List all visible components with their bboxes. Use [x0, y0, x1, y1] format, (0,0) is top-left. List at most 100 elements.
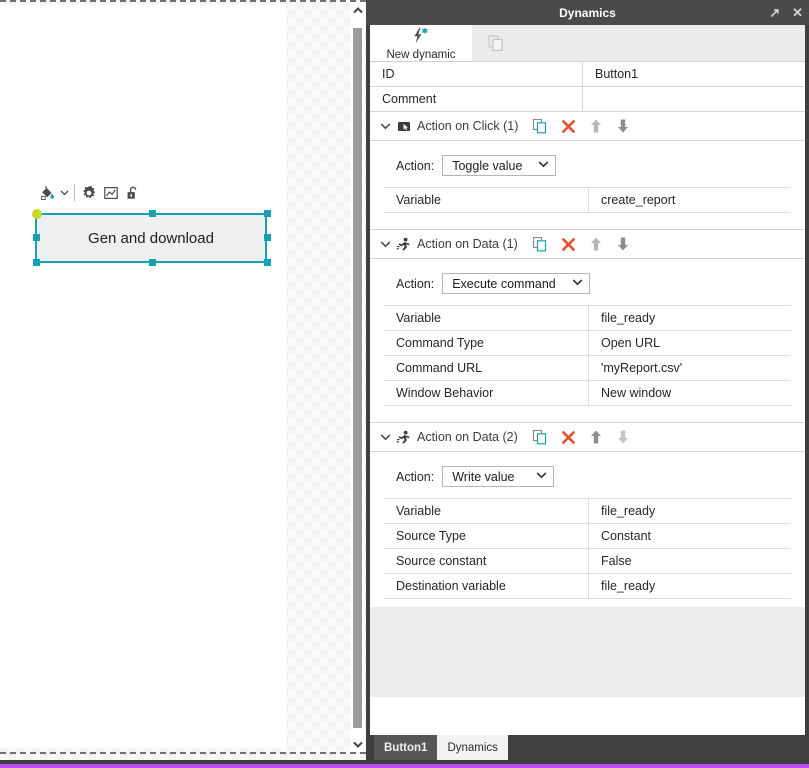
row-value[interactable]: create_report — [589, 188, 791, 212]
design-canvas[interactable]: Gen and download — [0, 0, 366, 760]
arrow-down-icon[interactable] — [616, 429, 630, 445]
delete-x-icon[interactable] — [561, 119, 576, 134]
row-key: Window Behavior — [384, 381, 589, 405]
table-row[interactable]: ID Button1 — [370, 62, 805, 87]
row-key: Source constant — [384, 549, 589, 573]
paint-bucket-icon[interactable] — [36, 182, 58, 204]
row-value[interactable]: file_ready — [589, 306, 791, 330]
canvas-bottom-border — [0, 752, 366, 754]
table-row[interactable]: Command URL 'myReport.csv' — [384, 356, 791, 381]
property-value[interactable]: Button1 — [583, 62, 805, 86]
chevron-down-icon[interactable] — [58, 182, 71, 204]
action-kv-table: Variable create_report — [384, 187, 791, 213]
property-value[interactable] — [583, 87, 805, 111]
popout-icon[interactable]: ↗ — [769, 6, 780, 19]
action-select-row: Action: Write value — [370, 466, 805, 487]
gen-and-download-button[interactable]: Gen and download — [35, 214, 267, 262]
duplicate-icon[interactable] — [532, 118, 548, 134]
toolbar-divider — [74, 184, 75, 201]
row-value[interactable]: New window — [589, 381, 791, 405]
duplicate-icon[interactable] — [532, 429, 548, 445]
unlock-icon[interactable] — [122, 182, 144, 204]
arrow-up-icon[interactable] — [589, 429, 603, 445]
action-section-click-1: Action on Click (1) Action: Toggle value… — [370, 112, 805, 230]
resize-handle-left[interactable] — [33, 234, 40, 241]
action-kv-table: Variable file_ready Command Type Open UR… — [384, 305, 791, 406]
action-select[interactable]: Write value — [442, 466, 555, 487]
chart-icon[interactable] — [100, 182, 122, 204]
action-header[interactable]: Action on Click (1) — [370, 112, 805, 141]
scrollbar-thumb[interactable] — [353, 28, 362, 728]
tab-dynamics[interactable]: Dynamics — [437, 735, 508, 760]
table-row[interactable]: Variable file_ready — [384, 499, 791, 524]
property-key: ID — [370, 62, 583, 86]
row-value[interactable]: file_ready — [589, 574, 791, 598]
duplicate-icon[interactable] — [532, 236, 548, 252]
action-label: Action: — [396, 276, 435, 291]
table-row[interactable]: Window Behavior New window — [384, 381, 791, 406]
chevron-down-icon[interactable] — [378, 240, 392, 248]
action-title: Action on Data (1) — [417, 237, 518, 251]
canvas-scrollbar[interactable] — [350, 2, 365, 752]
table-row[interactable]: Source constant False — [384, 549, 791, 574]
table-row[interactable]: Variable create_report — [384, 188, 791, 213]
action-header[interactable]: Action on Data (1) — [370, 230, 805, 259]
property-key: Comment — [370, 87, 583, 111]
action-body: Action: Execute command Variable file_re… — [370, 259, 805, 414]
scroll-down-chevron-down-icon[interactable] — [350, 736, 365, 752]
row-key: Variable — [384, 306, 589, 330]
action-body: Action: Write value Variable file_ready — [370, 452, 805, 607]
table-row[interactable]: Source Type Constant — [384, 524, 791, 549]
chevron-down-icon — [536, 471, 547, 482]
scroll-up-chevron-up-icon[interactable] — [350, 2, 365, 18]
action-header[interactable]: Action on Data (2) — [370, 423, 805, 452]
dynamics-toolbar: New dynamic — [370, 25, 805, 62]
tab-button1[interactable]: Button1 — [374, 735, 438, 760]
resize-handle-bottom-left[interactable] — [33, 259, 40, 266]
resize-handle-top[interactable] — [149, 210, 156, 217]
arrow-down-icon[interactable] — [616, 118, 630, 134]
action-select[interactable]: Execute command — [442, 273, 590, 294]
duplicate-icon[interactable] — [472, 25, 520, 61]
row-value[interactable]: 'myReport.csv' — [589, 356, 791, 380]
row-key: Command URL — [384, 356, 589, 380]
rotate-handle[interactable] — [32, 209, 42, 219]
section-divider — [370, 414, 805, 423]
table-row[interactable]: Comment — [370, 87, 805, 112]
row-value[interactable]: Constant — [589, 524, 791, 548]
resize-handle-bottom[interactable] — [149, 259, 156, 266]
selected-element-wrapper[interactable]: Gen and download — [32, 209, 271, 266]
row-value[interactable]: False — [589, 549, 791, 573]
table-row[interactable]: Destination variable file_ready — [384, 574, 791, 599]
table-row[interactable]: Command Type Open URL — [384, 331, 791, 356]
action-title: Action on Click (1) — [417, 119, 519, 133]
action-select-value: Write value — [452, 469, 515, 484]
resize-handle-bottom-right[interactable] — [264, 259, 271, 266]
arrow-up-icon[interactable] — [589, 236, 603, 252]
section-divider — [370, 221, 805, 230]
table-row[interactable]: Variable file_ready — [384, 306, 791, 331]
new-dynamic-button[interactable]: New dynamic — [370, 25, 472, 61]
arrow-up-icon[interactable] — [589, 118, 603, 134]
gear-icon[interactable] — [78, 182, 100, 204]
chevron-down-icon[interactable] — [378, 122, 392, 130]
action-select[interactable]: Toggle value — [442, 155, 557, 176]
element-toolbar[interactable] — [36, 180, 144, 205]
row-key: Variable — [384, 188, 589, 212]
chevron-down-icon[interactable] — [378, 433, 392, 441]
chevron-down-icon — [572, 278, 583, 289]
resize-handle-top-right[interactable] — [264, 210, 271, 217]
delete-x-icon[interactable] — [561, 430, 576, 445]
action-title: Action on Data (2) — [417, 430, 518, 444]
action-header-tools — [532, 118, 630, 134]
canvas-page[interactable] — [0, 4, 286, 748]
action-header-tools — [532, 236, 630, 252]
delete-x-icon[interactable] — [561, 237, 576, 252]
close-icon[interactable]: ✕ — [792, 6, 803, 19]
row-value[interactable]: Open URL — [589, 331, 791, 355]
row-value[interactable]: file_ready — [589, 499, 791, 523]
running-person-icon — [394, 237, 414, 252]
resize-handle-right[interactable] — [264, 234, 271, 241]
action-header-tools — [532, 429, 630, 445]
arrow-down-icon[interactable] — [616, 236, 630, 252]
